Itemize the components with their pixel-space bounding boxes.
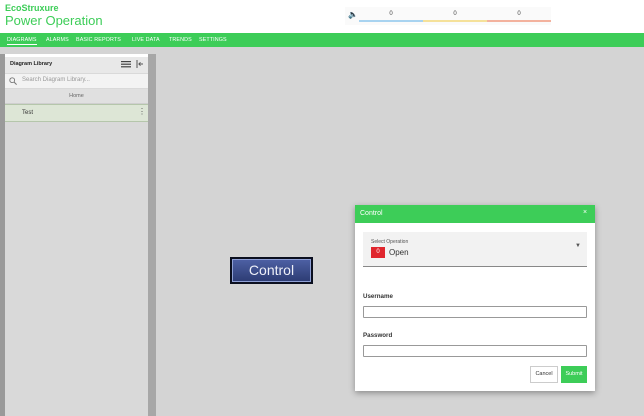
- password-label: Password: [363, 332, 393, 339]
- library-search[interactable]: Search Diagram Library...: [5, 74, 148, 88]
- nav-live-data[interactable]: LIVE DATA: [132, 33, 160, 47]
- collapse-panel-icon[interactable]: [136, 59, 144, 69]
- speaker-icon[interactable]: 🔈: [348, 10, 358, 19]
- main-nav: DIAGRAMS ALARMS BASIC REPORTS LIVE DATA …: [0, 33, 644, 47]
- alarm-count-medium-value: 0: [453, 11, 457, 17]
- app-title: Power Operation: [5, 13, 103, 28]
- nav-diagrams[interactable]: DIAGRAMS: [7, 33, 37, 47]
- search-icon: [9, 77, 17, 85]
- library-title: Diagram Library: [10, 61, 53, 67]
- nav-trends[interactable]: TRENDS: [169, 33, 192, 47]
- nav-alarms[interactable]: ALARMS: [46, 33, 69, 47]
- alarm-count-low-value: 0: [389, 11, 393, 17]
- close-icon[interactable]: ×: [583, 209, 587, 216]
- alarm-count-high[interactable]: 0: [487, 9, 551, 23]
- brand-logo: EcoStruxure: [5, 3, 59, 13]
- alarm-low-indicator: [359, 20, 423, 22]
- control-dialog: Control × Select Operation 0 Open ▼ User…: [355, 205, 595, 391]
- password-field[interactable]: [363, 345, 587, 357]
- menu-icon[interactable]: [121, 59, 131, 69]
- username-field[interactable]: [363, 306, 587, 318]
- library-item-label: Test: [22, 110, 34, 116]
- alarm-count-medium[interactable]: 0: [423, 9, 487, 23]
- more-options-icon[interactable]: ⋮: [138, 108, 146, 116]
- cancel-button[interactable]: Cancel: [530, 366, 558, 383]
- select-operation-dropdown[interactable]: Select Operation 0 Open ▼: [363, 232, 587, 267]
- panel-splitter[interactable]: [148, 54, 156, 416]
- dialog-title: Control: [360, 210, 383, 217]
- library-item-test[interactable]: Test ⋮: [5, 104, 148, 122]
- alarm-high-indicator: [487, 20, 551, 22]
- nav-divider: [0, 47, 644, 54]
- app-header: EcoStruxure Power Operation 🔈 0 0 0: [0, 0, 644, 32]
- operation-code-badge: 0: [371, 247, 385, 258]
- alarm-count-high-value: 0: [517, 11, 521, 17]
- alarm-medium-indicator: [423, 20, 487, 22]
- nav-basic-reports[interactable]: BASIC REPORTS: [76, 33, 121, 47]
- nav-settings[interactable]: SETTINGS: [199, 33, 227, 47]
- alarm-summary-bar[interactable]: 🔈 0 0 0: [345, 7, 551, 25]
- username-label: Username: [363, 293, 393, 300]
- select-operation-label: Select Operation: [371, 239, 409, 245]
- brand-name: EcoStruxure: [5, 3, 59, 13]
- selected-operation-value: Open: [389, 248, 409, 257]
- search-input[interactable]: Search Diagram Library...: [22, 77, 90, 83]
- chevron-down-icon[interactable]: ▼: [575, 243, 581, 249]
- library-home-breadcrumb[interactable]: Home: [5, 89, 148, 104]
- dialog-header: Control ×: [355, 205, 595, 223]
- submit-button[interactable]: Submit: [561, 366, 587, 383]
- alarm-count-low[interactable]: 0: [359, 9, 423, 23]
- library-header: Diagram Library: [5, 57, 148, 73]
- control-button[interactable]: Control: [230, 257, 313, 284]
